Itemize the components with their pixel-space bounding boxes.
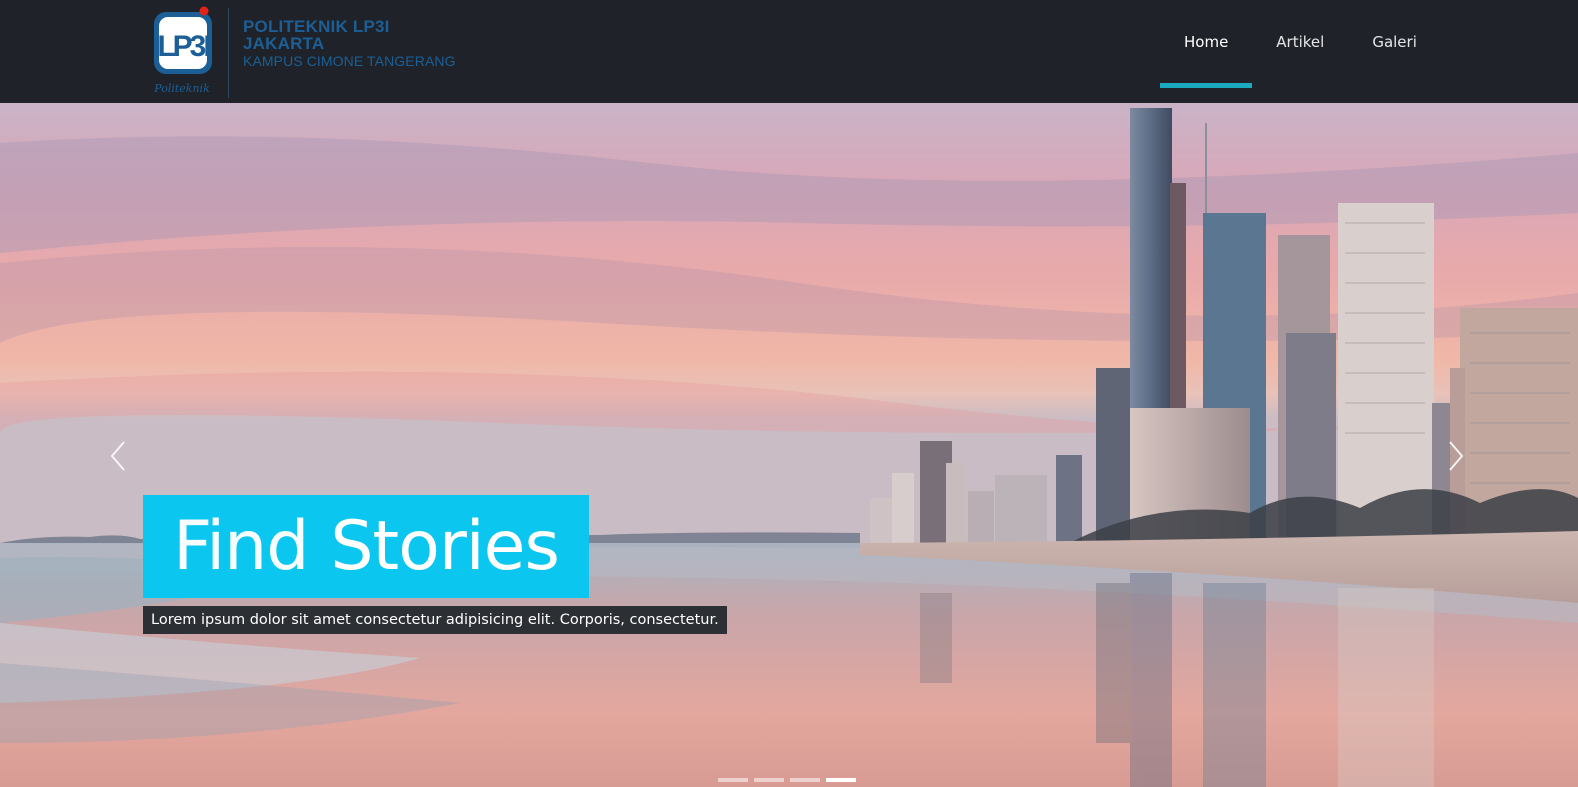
hero-background-image (0, 103, 1578, 787)
brand-campus: KAMPUS CIMONE TANGERANG (243, 53, 456, 69)
brand-name: POLITEKNIK LP3I (243, 17, 390, 36)
nav-item-home[interactable]: Home (1160, 0, 1253, 88)
navbar: LP3I Politeknik POLITEKNIK LP3I JAKARTA … (0, 0, 1578, 103)
carousel-indicator-4[interactable] (826, 778, 856, 782)
hero-subtitle: Lorem ipsum dolor sit amet consectetur a… (143, 606, 727, 634)
brand-text: POLITEKNIK LP3I JAKARTA KAMPUS CIMONE TA… (243, 18, 503, 70)
svg-text:LP3I: LP3I (157, 30, 210, 63)
svg-text:Politeknik: Politeknik (153, 82, 210, 95)
carousel-indicator-1[interactable] (718, 778, 748, 782)
main-nav: Home Artikel Galeri (1160, 0, 1441, 103)
nav-item-galeri[interactable]: Galeri (1348, 0, 1441, 88)
carousel-indicator-3[interactable] (790, 778, 820, 782)
carousel-indicators (718, 778, 856, 782)
carousel-indicator-2[interactable] (754, 778, 784, 782)
brand-city: JAKARTA (243, 34, 325, 53)
chevron-right-icon (1449, 441, 1464, 471)
chevron-left-icon (110, 441, 125, 471)
carousel-next-button[interactable] (1440, 438, 1470, 474)
hero-title: Find Stories (143, 495, 589, 598)
carousel-prev-button[interactable] (104, 438, 134, 474)
hero-title-light: Find (173, 507, 309, 586)
hero-title-bold: Stories (330, 507, 560, 586)
brand-divider (228, 8, 229, 98)
hero-carousel: Find Stories Lorem ipsum dolor sit amet … (0, 103, 1578, 787)
lp3i-logo-icon: LP3I Politeknik (153, 6, 213, 95)
nav-item-artikel[interactable]: Artikel (1252, 0, 1348, 88)
